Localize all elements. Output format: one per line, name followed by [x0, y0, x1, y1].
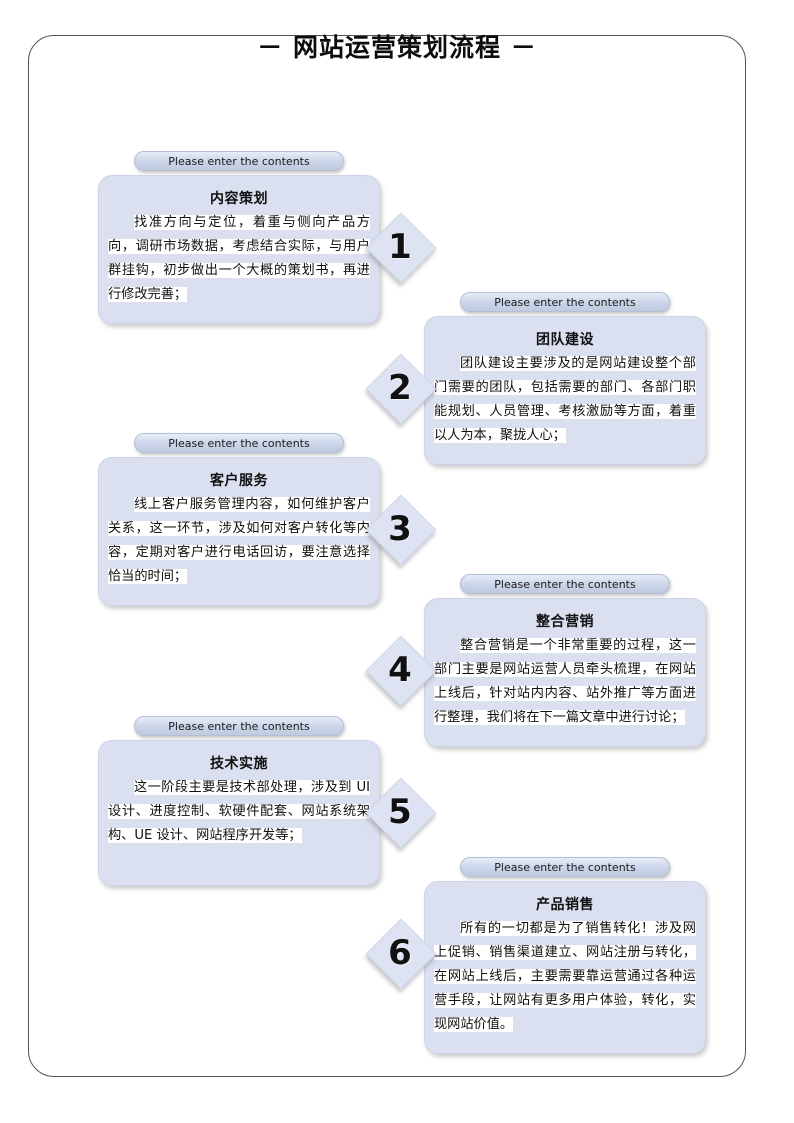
step-1-pill-label[interactable]: Please enter the contents — [134, 151, 344, 171]
step-1-box[interactable]: 内容策划 找准方向与定位，着重与侧向产品方向，调研市场数据，考虑结合实际，与用户… — [98, 175, 380, 324]
step-5-body: 这一阶段主要是技术部处理，涉及到 UI 设计、进度控制、软硬件配套、网站系统架构… — [108, 780, 370, 843]
step-number-2: 2 — [388, 368, 412, 408]
step-6-title: 产品销售 — [536, 897, 594, 913]
step-marker-2: 2 — [365, 353, 437, 425]
step-block-1[interactable]: Please enter the contents 内容策划 找准方向与定位，着… — [98, 151, 380, 324]
step-block-4[interactable]: Please enter the contents 整合营销 整合营销是一个非常… — [424, 574, 706, 747]
step-3-title: 客户服务 — [210, 473, 268, 489]
step-number-3: 3 — [388, 509, 412, 549]
step-5-title: 技术实施 — [210, 756, 268, 772]
step-number-5: 5 — [388, 792, 412, 832]
step-marker-4: 4 — [365, 635, 437, 707]
step-block-3[interactable]: Please enter the contents 客户服务 线上客户服务管理内… — [98, 433, 380, 606]
step-6-box[interactable]: 产品销售 所有的一切都是为了销售转化！涉及网上促销、销售渠道建立、网站注册与转化… — [424, 881, 706, 1054]
step-block-2[interactable]: Please enter the contents 团队建设 团队建设主要涉及的… — [424, 292, 706, 465]
step-3-body: 线上客户服务管理内容，如何维护客户关系，这一环节，涉及如何对客户转化等内容，定期… — [108, 497, 370, 584]
step-number-4: 4 — [388, 650, 412, 690]
step-marker-1: 1 — [365, 212, 437, 284]
step-2-pill-label[interactable]: Please enter the contents — [460, 292, 670, 312]
page-title: － 网站运营策划流程 － — [257, 33, 537, 62]
step-2-box[interactable]: 团队建设 团队建设主要涉及的是网站建设整个部门需要的团队，包括需要的部门、各部门… — [424, 316, 706, 465]
step-4-title: 整合营销 — [536, 614, 594, 630]
step-3-pill-label[interactable]: Please enter the contents — [134, 433, 344, 453]
step-marker-5: 5 — [365, 777, 437, 849]
step-4-pill-label[interactable]: Please enter the contents — [460, 574, 670, 594]
step-4-body: 整合营销是一个非常重要的过程，这一部门主要是网站运营人员牵头梳理，在网站上线后，… — [434, 638, 696, 725]
step-number-6: 6 — [388, 933, 412, 973]
step-6-pill-label[interactable]: Please enter the contents — [460, 857, 670, 877]
step-3-box[interactable]: 客户服务 线上客户服务管理内容，如何维护客户关系，这一环节，涉及如何对客户转化等… — [98, 457, 380, 606]
step-2-title: 团队建设 — [536, 332, 594, 348]
step-block-6[interactable]: Please enter the contents 产品销售 所有的一切都是为了… — [424, 857, 706, 1054]
step-1-title: 内容策划 — [210, 191, 268, 207]
step-5-box[interactable]: 技术实施 这一阶段主要是技术部处理，涉及到 UI 设计、进度控制、软硬件配套、网… — [98, 740, 380, 886]
step-marker-6: 6 — [365, 918, 437, 990]
step-block-5[interactable]: Please enter the contents 技术实施 这一阶段主要是技术… — [98, 716, 380, 886]
step-4-box[interactable]: 整合营销 整合营销是一个非常重要的过程，这一部门主要是网站运营人员牵头梳理，在网… — [424, 598, 706, 747]
step-number-1: 1 — [388, 227, 412, 267]
step-6-body: 所有的一切都是为了销售转化！涉及网上促销、销售渠道建立、网站注册与转化，在网站上… — [434, 921, 696, 1032]
step-1-body: 找准方向与定位，着重与侧向产品方向，调研市场数据，考虑结合实际，与用户群挂钩，初… — [108, 215, 370, 302]
step-2-body: 团队建设主要涉及的是网站建设整个部门需要的团队，包括需要的部门、各部门职能规划、… — [434, 356, 696, 443]
step-5-pill-label[interactable]: Please enter the contents — [134, 716, 344, 736]
step-marker-3: 3 — [365, 494, 437, 566]
